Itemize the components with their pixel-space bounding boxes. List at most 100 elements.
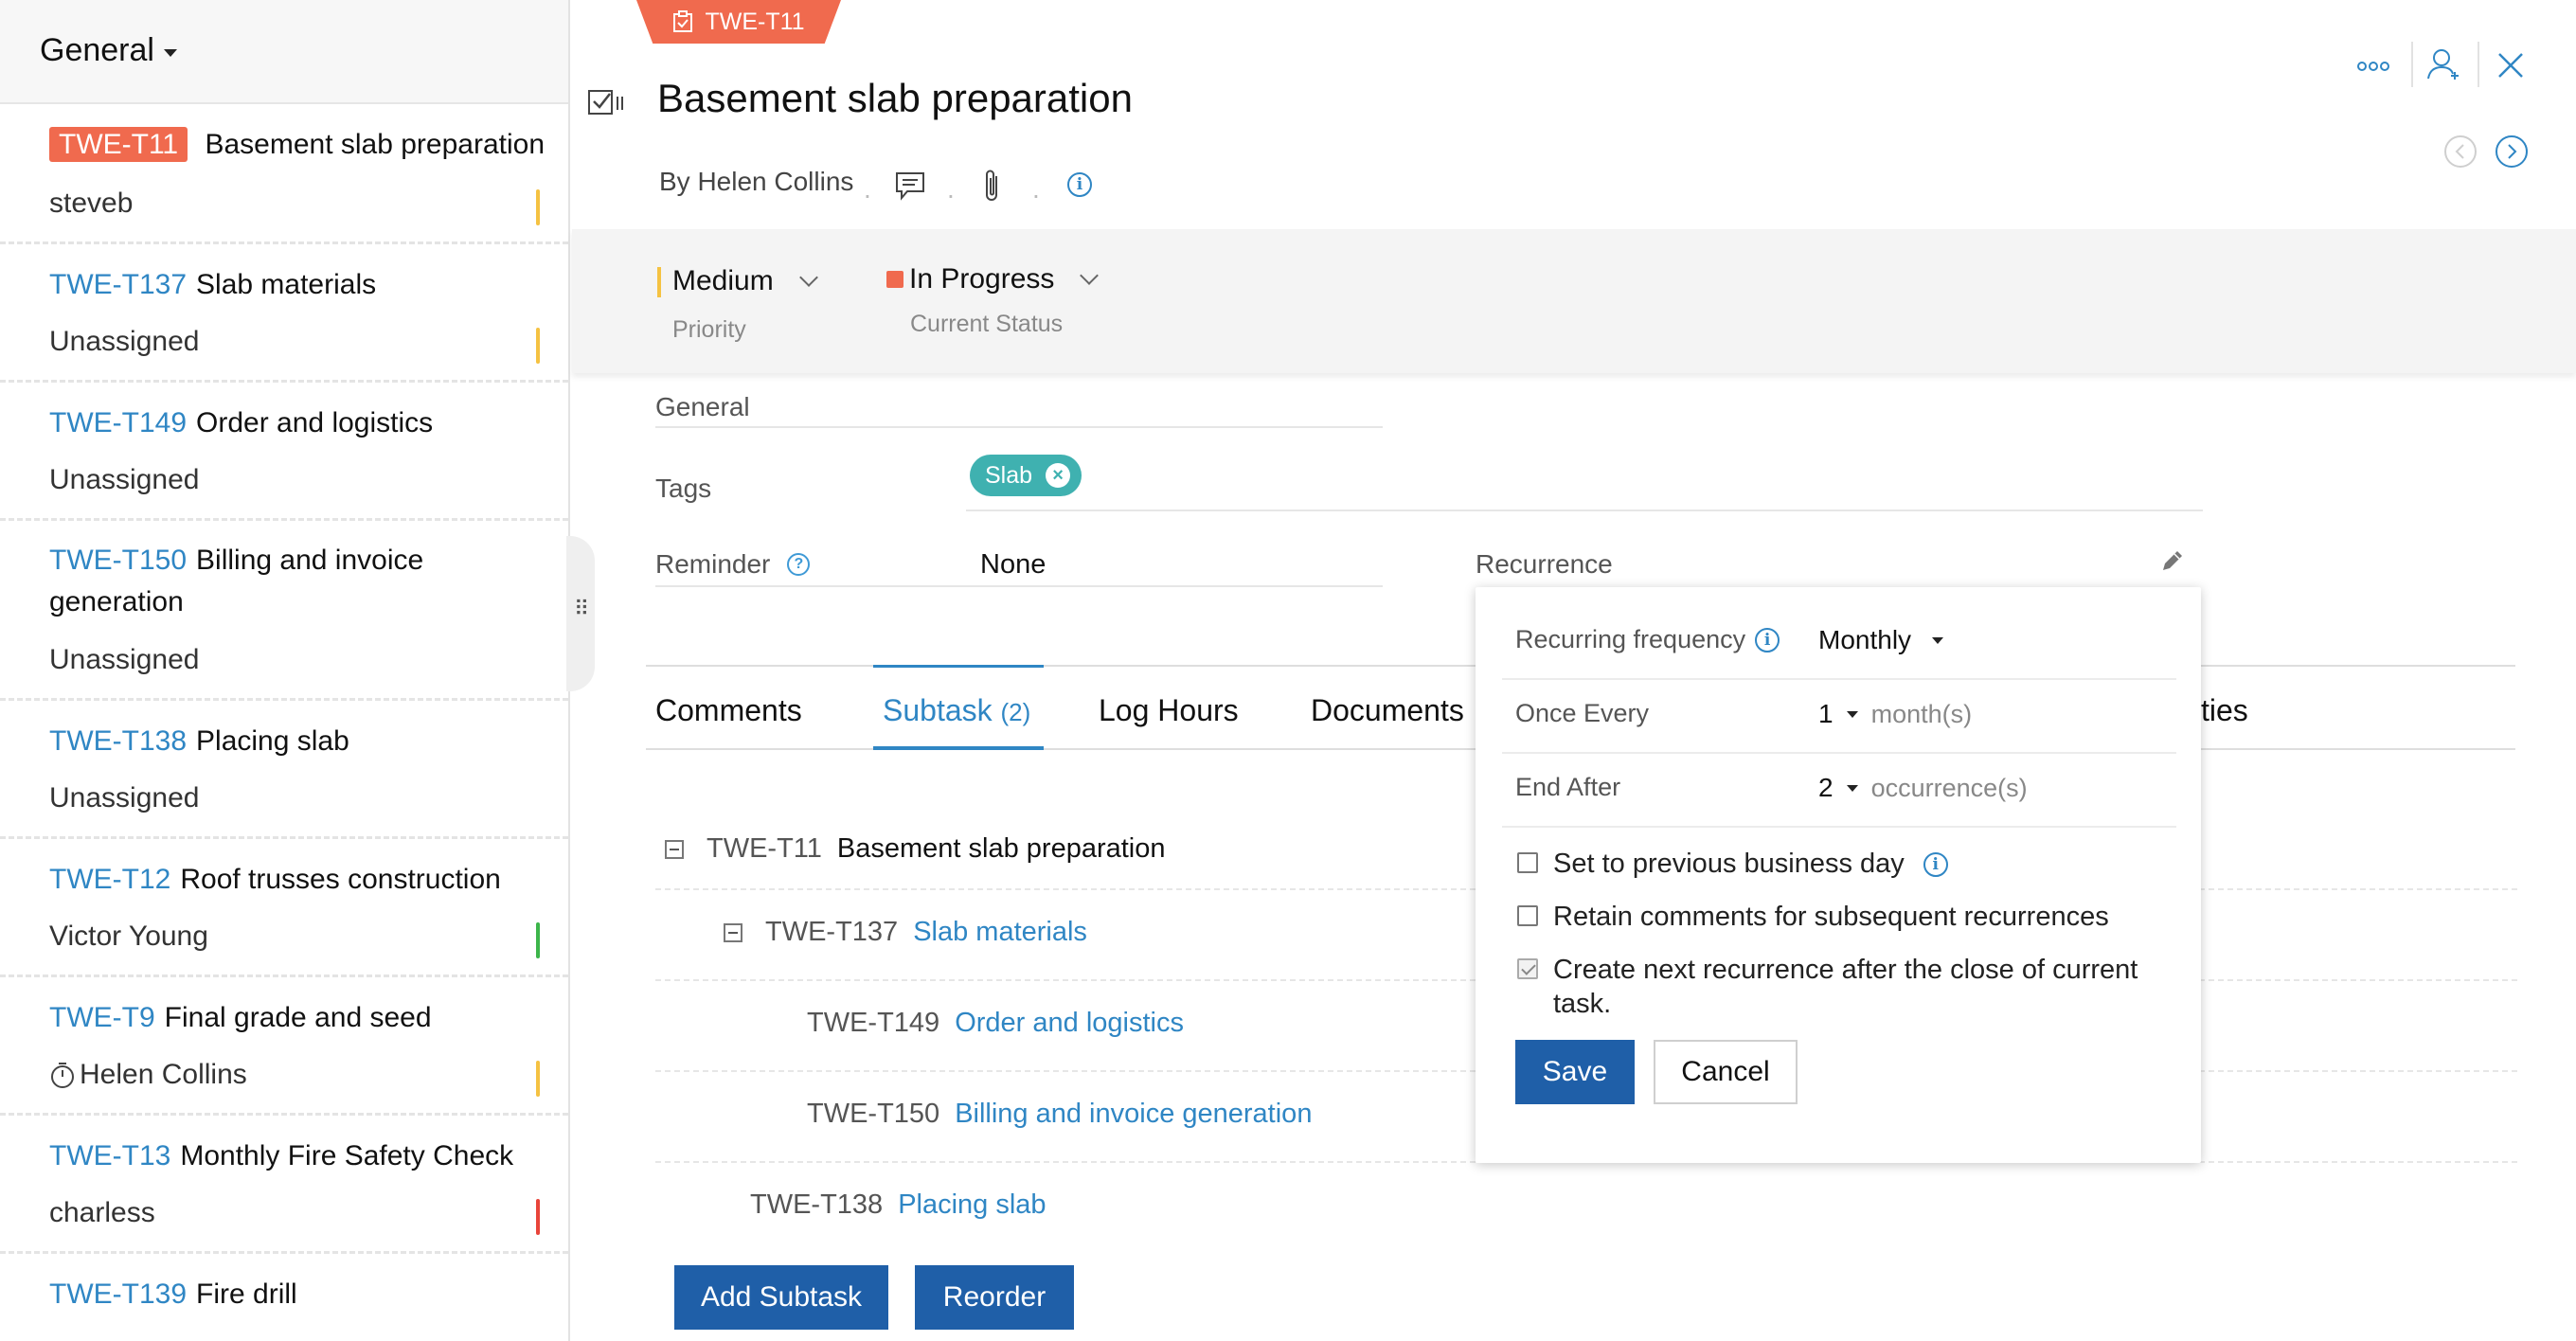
task-id[interactable]: TWE-T9 — [49, 1002, 155, 1033]
tab-activities[interactable]: ties — [2201, 693, 2248, 728]
next-after-close-option[interactable]: Create next recurrence after the close o… — [1517, 953, 2161, 1021]
task-list-item[interactable]: TWE-T150 Billing and invoice generation U… — [0, 521, 568, 701]
edit-pencil-icon[interactable] — [2159, 547, 2186, 574]
once-every-value[interactable]: 1 — [1818, 699, 1834, 729]
reorder-button[interactable]: Reorder — [915, 1265, 1074, 1330]
task-name: Basement slab preparation — [205, 129, 546, 160]
active-tab-indicator — [873, 746, 1044, 750]
collapse-icon[interactable] — [665, 839, 684, 859]
task-assignee: Helen Collins — [80, 1059, 247, 1090]
add-subtask-button[interactable]: Add Subtask — [674, 1265, 888, 1330]
checkbox-checked[interactable] — [1517, 958, 1538, 979]
subtask-link[interactable]: Billing and invoice generation — [955, 1099, 1312, 1130]
info-icon[interactable]: i — [1067, 172, 1092, 197]
task-name: Monthly Fire Safety Check — [180, 1140, 514, 1171]
task-id[interactable]: TWE-T150 — [49, 545, 187, 576]
task-assignee: Unassigned — [49, 644, 200, 675]
tab-subtask-label: Subtask — [883, 693, 993, 727]
caret-down-icon[interactable] — [1846, 784, 1858, 792]
checkbox[interactable] — [1517, 852, 1538, 873]
task-id[interactable]: TWE-T149 — [49, 407, 187, 438]
status-label: Current Status — [910, 311, 1064, 337]
task-list-item[interactable]: TWE-T13 Monthly Fire Safety Check charles… — [0, 1116, 568, 1254]
retain-comments-option[interactable]: Retain comments for subsequent recurrenc… — [1517, 900, 2161, 934]
prev-task-icon[interactable] — [2443, 134, 2478, 169]
status-dropdown[interactable]: In Progress — [909, 263, 1100, 295]
subtask-id: TWE-T150 — [807, 1099, 940, 1129]
save-button[interactable]: Save — [1515, 1040, 1635, 1104]
subtask-row-root[interactable]: TWE-T11 Basement slab preparation — [665, 833, 1166, 865]
tag-label: Slab — [985, 461, 1033, 489]
task-id[interactable]: TWE-T13 — [49, 1140, 170, 1171]
tab-log-hours[interactable]: Log Hours — [1099, 693, 1239, 728]
end-after-value[interactable]: 2 — [1818, 773, 1834, 803]
next-task-icon[interactable] — [2495, 134, 2529, 169]
subtask-link[interactable]: Slab materials — [913, 917, 1087, 948]
subtask-row[interactable]: TWE-T149 Order and logistics — [807, 1008, 1184, 1039]
subtask-row[interactable]: TWE-T138 Placing slab — [750, 1189, 1046, 1221]
reminder-label: Reminder — [655, 549, 771, 579]
task-list-item[interactable]: TWE-T149 Order and logistics Unassigned — [0, 383, 568, 521]
separator: . — [947, 174, 955, 204]
info-icon[interactable]: i — [1755, 627, 1780, 653]
tab-subtask[interactable]: Subtask (2) — [883, 693, 1030, 728]
subtask-row[interactable]: TWE-T137 Slab materials — [724, 917, 1087, 948]
task-id[interactable]: TWE-T138 — [49, 725, 187, 757]
task-list-item[interactable]: TWE-T139 Fire drill — [0, 1254, 568, 1341]
task-title[interactable]: Basement slab preparation — [657, 76, 1133, 121]
caret-down-icon[interactable] — [1846, 710, 1858, 718]
divider — [2411, 42, 2413, 87]
assign-user-icon[interactable] — [2426, 47, 2460, 81]
task-id[interactable]: TWE-T137 — [49, 269, 187, 300]
cancel-button[interactable]: Cancel — [1654, 1040, 1798, 1104]
collapse-icon[interactable] — [724, 922, 742, 942]
subtask-name: Basement slab preparation — [836, 833, 1166, 864]
option-label: Retain comments for subsequent recurrenc… — [1553, 902, 2109, 932]
priority-value: Medium — [672, 265, 774, 296]
reminder-value[interactable]: None — [980, 549, 1046, 581]
sidebar-resize-handle[interactable]: ⠿ — [566, 536, 595, 691]
tab-comments[interactable]: Comments — [655, 693, 802, 728]
task-id[interactable]: TWE-T139 — [49, 1278, 187, 1310]
task-name: Roof trusses construction — [180, 864, 501, 895]
checkbox[interactable] — [1517, 905, 1538, 926]
remove-tag-icon[interactable]: × — [1046, 463, 1071, 488]
help-icon[interactable]: ? — [787, 553, 811, 576]
priority-dropdown[interactable]: Medium — [672, 265, 818, 297]
task-list-item[interactable]: TWE-T137 Slab materials Unassigned — [0, 244, 568, 383]
task-name: Slab materials — [196, 269, 377, 300]
task-assignee: Unassigned — [49, 782, 200, 814]
subtask-row[interactable]: TWE-T150 Billing and invoice generation — [807, 1099, 1312, 1130]
tasklist-dropdown[interactable]: General — [40, 32, 177, 69]
task-id-tab: TWE-T11 — [636, 0, 841, 44]
task-id[interactable]: TWE-T12 — [49, 864, 170, 895]
frequency-value: Monthly — [1818, 625, 1912, 654]
once-every-label: Once Every — [1515, 699, 1650, 727]
more-options-icon[interactable] — [2356, 57, 2390, 76]
tasklist-title: General — [40, 32, 154, 68]
task-checkbox-icon[interactable] — [587, 87, 625, 117]
task-list-item[interactable]: TWE-T138 Placing slab Unassigned — [0, 701, 568, 839]
priority-indicator — [536, 189, 540, 225]
row-divider — [1502, 678, 2176, 680]
close-icon[interactable] — [2496, 51, 2525, 80]
info-icon[interactable]: i — [1923, 852, 1948, 877]
caret-down-icon — [163, 48, 177, 57]
tab-documents[interactable]: Documents — [1311, 693, 1464, 728]
task-list-item[interactable]: TWE-T12 Roof trusses construction Victor … — [0, 839, 568, 977]
subtask-link[interactable]: Order and logistics — [955, 1008, 1184, 1039]
tasklist-field[interactable]: General — [655, 392, 750, 422]
priority-indicator — [536, 328, 540, 364]
attachment-icon[interactable] — [981, 169, 1004, 205]
task-author: By Helen Collins — [659, 167, 854, 196]
field-underline — [655, 426, 1383, 428]
task-list-item[interactable]: TWE-T9 Final grade and seed Helen Collins — [0, 977, 568, 1116]
tag-chip[interactable]: Slab × — [970, 455, 1082, 496]
task-list-item[interactable]: TWE-T11 Basement slab preparation steveb — [0, 106, 568, 244]
subtask-id: TWE-T149 — [807, 1008, 940, 1038]
frequency-select[interactable]: Monthly — [1818, 625, 1944, 655]
subtask-link[interactable]: Placing slab — [898, 1189, 1046, 1221]
task-list-sidebar: General TWE-T11 Basement slab preparatio… — [0, 0, 570, 1341]
prev-business-day-option[interactable]: Set to previous business day i — [1517, 847, 2161, 881]
comment-icon[interactable] — [894, 170, 926, 201]
